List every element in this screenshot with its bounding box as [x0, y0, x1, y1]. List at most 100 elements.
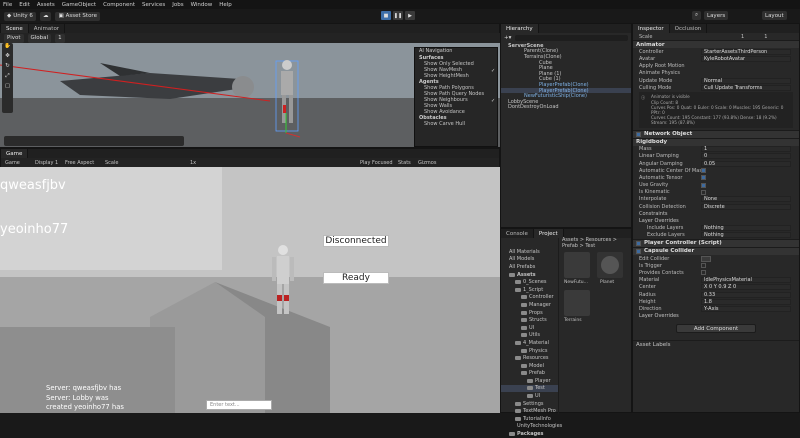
folder-item[interactable]: TutorialInfo	[501, 415, 558, 423]
move-tool-icon[interactable]: ✥	[2, 53, 13, 63]
asset-store-button[interactable]: ▣ Asset Store	[55, 11, 100, 21]
field-value[interactable]: 0	[701, 153, 791, 160]
folder-item[interactable]: Prefab	[501, 370, 558, 378]
folder-item[interactable]: Controller	[501, 294, 558, 302]
disconnected-button[interactable]: Disconnected	[323, 235, 389, 247]
play-button[interactable]: ■	[381, 11, 391, 20]
menu-edit[interactable]: Edit	[19, 2, 30, 8]
scale-x[interactable]: 1	[741, 34, 744, 40]
game-mode-dropdown[interactable]: Game	[5, 160, 35, 166]
layout-dropdown[interactable]: Layout	[762, 11, 787, 20]
menu-assets[interactable]: Assets	[37, 2, 55, 8]
scene-viewport[interactable]: ✋ ✥ ↻ ⤢ ▢ AI Navigation Surfaces Show On…	[0, 43, 500, 147]
folder-item[interactable]: 1_Script	[501, 286, 558, 294]
field-value[interactable]: 1.8	[701, 298, 791, 305]
scale-tool-icon[interactable]: ⤢	[2, 73, 13, 83]
add-icon[interactable]: +▾	[504, 35, 511, 41]
rect-tool-icon[interactable]: ▢	[2, 83, 13, 93]
tab-project[interactable]: Project	[533, 229, 564, 238]
hand-tool-icon[interactable]: ✋	[2, 43, 13, 53]
rotate-tool-icon[interactable]: ↻	[2, 63, 13, 73]
edit-collider-button[interactable]	[701, 255, 711, 262]
folder-item[interactable]: Player	[501, 377, 558, 385]
folder-item[interactable]: Utils	[501, 332, 558, 340]
field-value[interactable]: Normal	[701, 77, 791, 84]
field-value[interactable]: None	[701, 196, 791, 203]
tab-occlusion[interactable]: Occlusion	[670, 24, 708, 33]
aspect-dropdown[interactable]: Free Aspect	[65, 160, 105, 166]
field-value[interactable]: IdlePhysicsMaterial	[701, 277, 791, 284]
menu-jobs[interactable]: Jobs	[172, 2, 183, 8]
field-value[interactable]: Discrete	[701, 203, 791, 210]
menu-help[interactable]: Help	[219, 2, 232, 8]
field-checkbox[interactable]	[701, 270, 706, 276]
tab-hierarchy[interactable]: Hierarchy	[501, 24, 539, 33]
folder-item[interactable]: Manager	[501, 301, 558, 309]
menu-gameobject[interactable]: GameObject	[62, 2, 96, 8]
show-carve-hull-toggle[interactable]: Show Carve Hull	[415, 121, 497, 127]
folder-item[interactable]: Resources	[501, 354, 558, 362]
asset-thumb-planet[interactable]	[597, 252, 623, 278]
tab-game[interactable]: Game	[1, 149, 29, 158]
account-button[interactable]: ◆ Unity 6	[4, 11, 36, 21]
menu-file[interactable]: File	[3, 2, 12, 8]
asset-thumb-terrains[interactable]	[564, 290, 590, 316]
scene-bottom-toolbar[interactable]	[4, 136, 184, 146]
enable-checkbox[interactable]	[636, 248, 641, 254]
menu-services[interactable]: Services	[142, 2, 165, 8]
asset-thumb-ship[interactable]	[564, 252, 590, 278]
ready-button[interactable]: Ready	[323, 272, 389, 284]
folder-item[interactable]: Structs	[501, 316, 558, 324]
play-focused-dropdown[interactable]: Play Focused	[360, 160, 398, 166]
field-checkbox[interactable]	[701, 189, 706, 195]
field-value[interactable]: Nothing	[701, 232, 791, 239]
folder-item-selected[interactable]: Test	[501, 384, 558, 393]
tab-inspector[interactable]: Inspector	[633, 24, 670, 33]
field-value[interactable]: 1	[701, 146, 791, 153]
tab-console[interactable]: Console	[501, 229, 534, 238]
field-checkbox[interactable]	[701, 175, 706, 181]
game-viewport[interactable]: qweasfjbv yeoinho77 Disconnected Ready S…	[0, 167, 500, 413]
constraints-foldout[interactable]: Constraints	[633, 210, 799, 217]
chat-input[interactable]: Enter text...	[206, 400, 272, 410]
capsule-layer-overrides-foldout[interactable]: Layer Overrides	[633, 312, 799, 319]
folder-item[interactable]: Physics	[501, 347, 558, 355]
field-value[interactable]: X 0 Y 0.9 Z 0	[701, 284, 791, 291]
favorite-item[interactable]: All Materials	[501, 248, 558, 256]
field-value[interactable]: 0.33	[701, 291, 791, 298]
folder-item[interactable]: Settings	[501, 400, 558, 408]
search-button[interactable]: ⌕	[692, 11, 702, 20]
field-value[interactable]: Nothing	[701, 225, 791, 232]
menu-window[interactable]: Window	[191, 2, 213, 8]
global-dropdown[interactable]: Global	[27, 33, 52, 43]
field-checkbox[interactable]	[701, 263, 706, 269]
field-value[interactable]: KyleRobotAvatar	[701, 55, 791, 62]
field-checkbox[interactable]	[701, 182, 706, 188]
folder-item[interactable]: UI	[501, 324, 558, 332]
favorite-item[interactable]: All Prefabs	[501, 263, 558, 271]
player-controller-header[interactable]: Player Controller (Script)	[633, 238, 799, 247]
hierarchy-item[interactable]: DontDestroyOnLoad	[501, 104, 631, 110]
stats-button[interactable]: Stats	[398, 160, 418, 166]
capsule-collider-header[interactable]: Capsule Collider	[633, 246, 799, 255]
hierarchy-search-input[interactable]	[515, 34, 628, 41]
grid-snap-field[interactable]: 1	[55, 33, 65, 43]
folder-item[interactable]: Model	[501, 362, 558, 370]
menu-component[interactable]: Component	[103, 2, 135, 8]
field-value[interactable]: StarterAssetsThirdPerson	[701, 48, 791, 55]
field-value[interactable]: 0.05	[701, 160, 791, 167]
step-button[interactable]: ▶	[405, 11, 415, 20]
folder-item[interactable]: 4_Material	[501, 339, 558, 347]
display-dropdown[interactable]: Display 1	[35, 160, 65, 166]
animator-header[interactable]: Animator	[633, 40, 799, 49]
field-value[interactable]: Cull Update Transforms	[701, 84, 791, 91]
folder-item[interactable]: TextMesh Pro	[501, 407, 558, 415]
layer-overrides-foldout[interactable]: Layer Overrides	[633, 217, 799, 224]
add-component-button[interactable]: Add Component	[676, 324, 756, 334]
enable-checkbox[interactable]	[636, 240, 641, 246]
rigidbody-header[interactable]: Rigidbody	[633, 137, 799, 146]
favorite-item[interactable]: All Models	[501, 256, 558, 264]
folder-item[interactable]: Props	[501, 309, 558, 317]
field-checkbox[interactable]	[701, 168, 706, 174]
scale-value[interactable]: 1x	[190, 160, 275, 166]
